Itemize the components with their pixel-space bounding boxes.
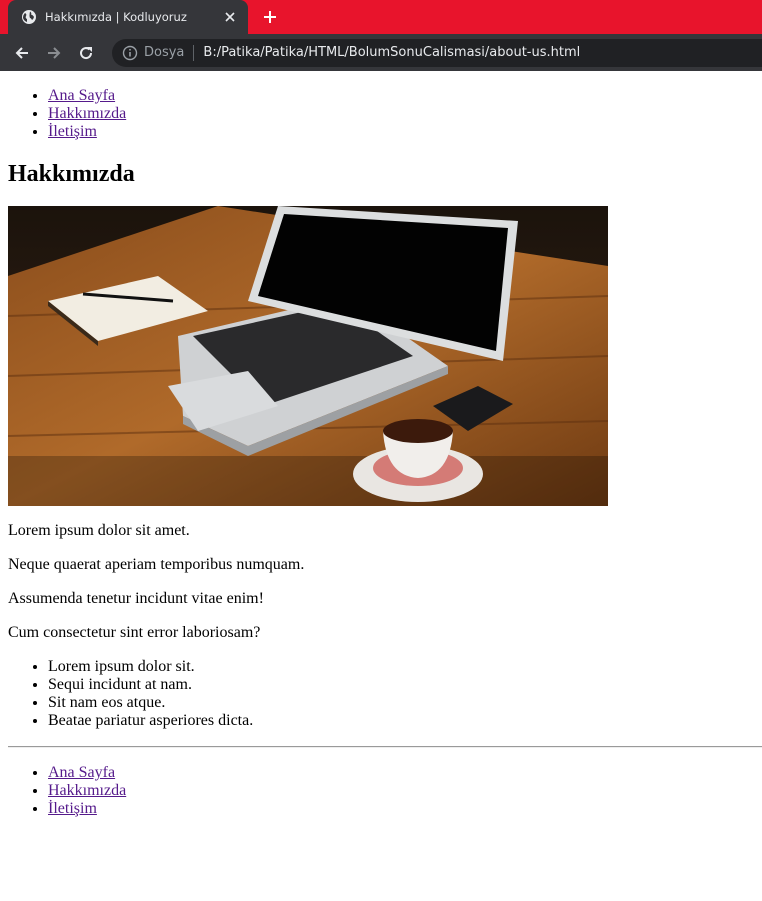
footer-nav: Ana Sayfa Hakkımızda İletişim bbox=[8, 764, 754, 818]
page-content: Ana Sayfa Hakkımızda İletişim Hakkımızda bbox=[0, 87, 762, 818]
footer-nav-item-contact: İletişim bbox=[48, 800, 754, 818]
nav-link-about[interactable]: Hakkımızda bbox=[48, 105, 126, 122]
plus-icon bbox=[264, 11, 276, 23]
reload-icon bbox=[80, 46, 93, 59]
tab-strip: Hakkımızda | Kodluyoruz bbox=[0, 0, 762, 34]
list-item: Sequi incidunt at nam. bbox=[48, 676, 754, 694]
paragraph-1: Lorem ipsum dolor sit amet. bbox=[8, 522, 190, 539]
list-item: Beatae pariatur asperiores dicta. bbox=[48, 712, 754, 730]
forward-button[interactable] bbox=[42, 41, 66, 65]
list-item: Lorem ipsum dolor sit. bbox=[48, 658, 754, 676]
tab-title: Hakkımızda | Kodluyoruz bbox=[45, 10, 187, 24]
hero-image-laptop-desk bbox=[8, 206, 608, 506]
paragraph-3: Assumenda tenetur incidunt vitae enim! bbox=[8, 590, 264, 607]
close-icon[interactable] bbox=[222, 9, 238, 25]
browser-tab[interactable]: Hakkımızda | Kodluyoruz bbox=[8, 0, 248, 34]
footer-link-contact[interactable]: İletişim bbox=[48, 800, 97, 817]
nav-item-about: Hakkımızda bbox=[48, 105, 754, 123]
top-nav: Ana Sayfa Hakkımızda İletişim bbox=[8, 87, 754, 141]
address-divider bbox=[193, 44, 195, 61]
globe-icon bbox=[22, 10, 36, 24]
paragraph-4: Cum consectetur sint error laboriosam? bbox=[8, 624, 261, 641]
content-list: Lorem ipsum dolor sit. Sequi incidunt at… bbox=[8, 658, 754, 730]
nav-link-contact[interactable]: İletişim bbox=[48, 123, 97, 140]
footer-link-about[interactable]: Hakkımızda bbox=[48, 782, 126, 799]
footer-link-home[interactable]: Ana Sayfa bbox=[48, 764, 115, 781]
forward-arrow-icon bbox=[48, 46, 61, 59]
browser-toolbar: Dosya B:/Patika/Patika/HTML/BolumSonuCal… bbox=[0, 34, 762, 71]
info-icon[interactable] bbox=[122, 45, 138, 61]
divider bbox=[8, 746, 762, 748]
back-arrow-icon bbox=[15, 46, 28, 59]
new-tab-button[interactable] bbox=[260, 7, 280, 27]
footer-nav-item-about: Hakkımızda bbox=[48, 782, 754, 800]
paragraph-2: Neque quaerat aperiam temporibus numquam… bbox=[8, 556, 305, 573]
footer-nav-item-home: Ana Sayfa bbox=[48, 764, 754, 782]
nav-link-home[interactable]: Ana Sayfa bbox=[48, 87, 115, 104]
nav-item-contact: İletişim bbox=[48, 123, 754, 141]
page-heading: Hakkımızda bbox=[8, 161, 135, 187]
address-bar[interactable]: Dosya B:/Patika/Patika/HTML/BolumSonuCal… bbox=[112, 38, 762, 67]
list-item: Sit nam eos atque. bbox=[48, 694, 754, 712]
address-scheme: Dosya bbox=[144, 45, 185, 60]
back-button[interactable] bbox=[10, 41, 34, 65]
nav-item-home: Ana Sayfa bbox=[48, 87, 754, 105]
address-url: B:/Patika/Patika/HTML/BolumSonuCalismasi… bbox=[203, 45, 581, 60]
reload-button[interactable] bbox=[74, 41, 98, 65]
